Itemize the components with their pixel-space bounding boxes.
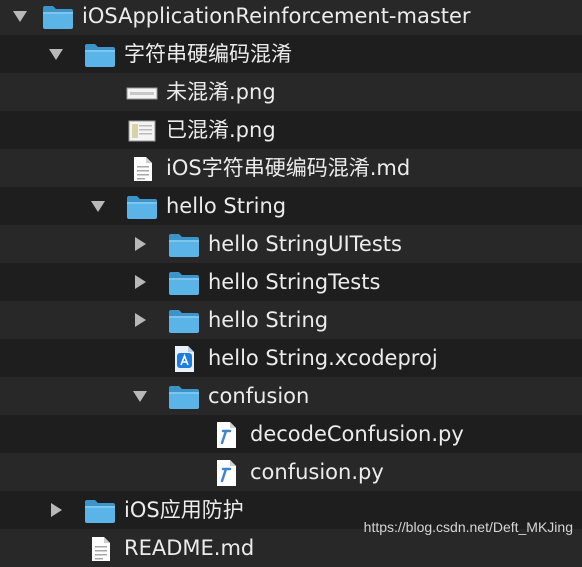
tree-row-app-folder[interactable]: hello String [0,301,582,339]
tree-row-obfuscated-png[interactable]: 已混淆.png [0,111,582,149]
text-file-icon [84,536,116,562]
python-file-icon [210,422,242,448]
tree-label: iOSApplicationReinforcement-master [82,4,471,28]
tree-label: hello String [208,308,329,332]
disclosure-collapsed-icon[interactable] [48,502,64,518]
tree-row-decode-py[interactable]: decodeConfusion.py [0,415,582,453]
tree-label: iOS应用防护 [124,498,244,522]
tree-row-xcodeproj[interactable]: hello String.xcodeproj [0,339,582,377]
watermark-text: https://blog.csdn.net/Deft_MKJing [363,519,573,535]
python-file-icon [210,460,242,486]
tree-row-unobfuscated-png[interactable]: 未混淆.png [0,73,582,111]
disclosure-collapsed-icon[interactable] [132,274,148,290]
tree-label: hello String.xcodeproj [208,346,438,370]
folder-icon [84,498,116,524]
tree-label: 字符串硬编码混淆 [124,42,292,66]
tree-row-readme-md[interactable]: iOS字符串硬编码混淆.md [0,149,582,187]
tree-label: decodeConfusion.py [250,422,464,446]
tree-label: hello StringUITests [208,232,402,256]
folder-icon [168,270,200,296]
disclosure-expanded-icon[interactable] [48,46,64,62]
tree-row-hello-string-folder[interactable]: hello String [0,187,582,225]
folder-icon [84,42,116,68]
disclosure-collapsed-icon[interactable] [132,312,148,328]
tree-label: hello StringTests [208,270,381,294]
disclosure-expanded-icon[interactable] [90,198,106,214]
folder-icon [126,194,158,220]
disclosure-collapsed-icon[interactable] [132,236,148,252]
tree-row-root[interactable]: iOSApplicationReinforcement-master [0,0,582,35]
tree-row-obfuscation-folder[interactable]: 字符串硬编码混淆 [0,35,582,73]
folder-icon [42,4,74,30]
tree-label: confusion.py [250,460,384,484]
folder-icon [168,384,200,410]
tree-label: 已混淆.png [166,118,276,142]
tree-row-tests-folder[interactable]: hello StringTests [0,263,582,301]
text-file-icon [126,156,158,182]
disclosure-expanded-icon[interactable] [12,8,28,24]
tree-label: 未混淆.png [166,80,276,104]
tree-label: iOS字符串硬编码混淆.md [166,156,411,180]
image-file-icon [126,80,158,106]
tree-label: confusion [208,384,310,408]
tree-label: README.md [124,536,255,560]
xcode-project-icon [168,346,200,372]
image-file-icon [126,118,158,144]
folder-icon [168,308,200,334]
disclosure-expanded-icon[interactable] [132,388,148,404]
tree-label: hello String [166,194,287,218]
tree-row-confusion-py[interactable]: confusion.py [0,453,582,491]
tree-row-confusion-folder[interactable]: confusion [0,377,582,415]
tree-row-ui-tests-folder[interactable]: hello StringUITests [0,225,582,263]
folder-icon [168,232,200,258]
